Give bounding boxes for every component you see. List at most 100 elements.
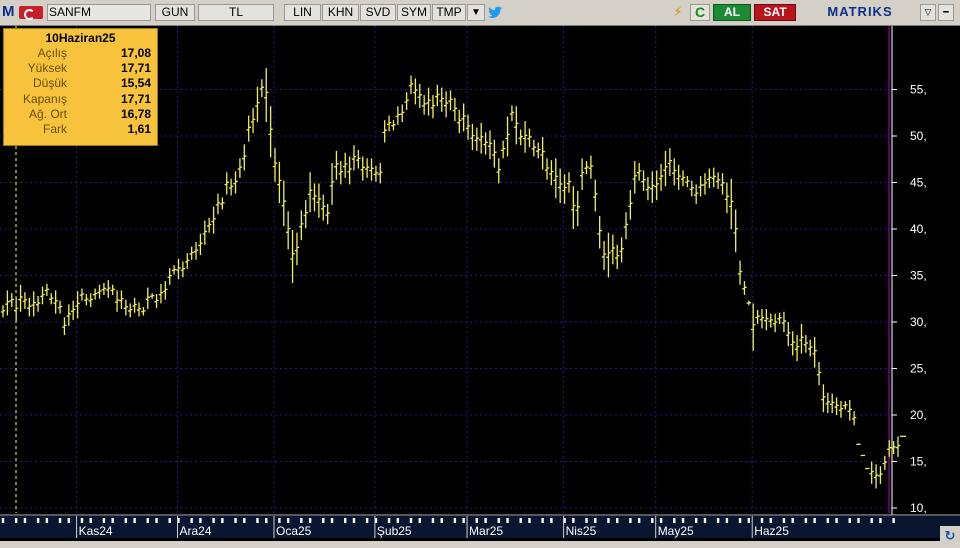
date-tick — [607, 518, 610, 523]
info-row-close: Kapanış 17,71 — [4, 92, 157, 107]
date-tick — [265, 518, 268, 523]
ohlc-bar — [856, 443, 861, 445]
buy-button[interactable]: AL — [713, 4, 751, 21]
x-tick-label: May25 — [658, 524, 694, 538]
currency-button[interactable]: TL — [198, 4, 274, 21]
date-tick — [286, 518, 290, 523]
sell-button[interactable]: SAT — [754, 4, 796, 21]
date-tick — [857, 518, 860, 523]
date-tick — [637, 518, 641, 523]
chart-settings-icon[interactable]: ↻ — [940, 526, 960, 546]
date-tick — [716, 518, 720, 523]
symbol-input[interactable]: SANFM — [47, 4, 151, 21]
lightning-icon[interactable]: ⚡ — [669, 4, 687, 21]
date-tick — [519, 518, 522, 523]
date-tick — [528, 518, 531, 523]
date-tick — [67, 518, 71, 523]
date-tick — [146, 518, 149, 523]
date-tick — [344, 518, 347, 523]
sym-button[interactable]: SYM — [397, 4, 431, 21]
date-tick — [440, 518, 443, 523]
date-tick — [45, 518, 49, 523]
y-tick-label: 25, — [910, 362, 927, 376]
date-tick — [813, 518, 816, 523]
y-tick-label: 55, — [910, 83, 927, 97]
date-tick — [1, 518, 5, 523]
date-tick — [497, 518, 500, 523]
svd-button[interactable]: SVD — [360, 4, 396, 21]
twitter-icon[interactable] — [487, 5, 503, 20]
refresh-icon[interactable]: C — [690, 4, 710, 21]
date-tick — [484, 518, 487, 523]
date-tick — [769, 518, 772, 523]
date-tick — [585, 518, 588, 523]
matriks-logo: M — [2, 3, 15, 20]
y-tick-label: 40, — [910, 222, 927, 236]
date-tick — [475, 518, 479, 523]
date-tick — [278, 518, 281, 523]
date-tick — [791, 518, 794, 523]
date-tick — [572, 518, 575, 523]
date-tick — [725, 518, 729, 523]
linear-scale-button[interactable]: LIN — [284, 4, 321, 21]
ohlc-bar — [860, 454, 866, 457]
settings-dropdown-icon[interactable]: ▽ — [920, 4, 936, 21]
x-tick-label: Haz25 — [754, 524, 789, 538]
period-button[interactable]: GUN — [155, 4, 195, 21]
template-button[interactable]: TMP — [432, 4, 466, 21]
y-tick-label: 45, — [910, 176, 927, 190]
info-value: 1,61 — [127, 121, 151, 136]
date-tick — [124, 518, 128, 523]
date-tick — [681, 518, 685, 523]
info-row-average: Ağ. Ort 16,78 — [4, 107, 157, 122]
date-tick — [23, 518, 27, 523]
y-tick-label: 50, — [910, 129, 927, 143]
date-tick — [234, 518, 237, 523]
date-tick — [256, 518, 259, 523]
y-tick-label: 20, — [910, 408, 927, 422]
info-label: Açılış — [37, 46, 67, 60]
date-tick — [308, 518, 312, 523]
date-tick — [541, 518, 544, 523]
minimize-icon[interactable]: ━ — [938, 4, 954, 21]
brand-logo: MATRIKS — [827, 4, 893, 19]
date-tick — [168, 518, 171, 523]
date-tick — [804, 518, 808, 523]
date-tick — [694, 518, 698, 523]
y-tick-label: 10, — [910, 501, 927, 515]
turkey-flag-icon — [19, 6, 43, 20]
info-value: 17,71 — [120, 91, 151, 106]
date-tick — [629, 518, 632, 523]
date-tick — [673, 518, 676, 523]
date-tick — [453, 518, 457, 523]
dropdown-arrow-icon[interactable]: ▼ — [467, 4, 485, 21]
x-tick-label: Şub25 — [377, 524, 412, 538]
date-tick — [190, 518, 193, 523]
date-tick — [365, 518, 369, 523]
date-tick — [409, 518, 413, 523]
date-tick — [199, 518, 202, 523]
date-tick — [462, 518, 465, 523]
x-tick-label: Ara24 — [179, 524, 211, 538]
y-tick-label: 35, — [910, 269, 927, 283]
horizontal-scrollbar[interactable] — [0, 541, 960, 548]
khn-button[interactable]: KHN — [322, 4, 359, 21]
date-tick — [322, 518, 325, 523]
date-tick — [418, 518, 421, 523]
date-tick — [300, 518, 303, 523]
date-tick — [155, 518, 158, 523]
info-value: 17,71 — [120, 61, 151, 76]
info-label: Ağ. Ort — [28, 106, 67, 121]
date-tick — [616, 518, 619, 523]
date-tick — [747, 518, 751, 523]
date-tick — [651, 518, 654, 523]
x-tick-label: Oca25 — [276, 524, 312, 538]
info-row-open: Açılış 17,08 — [4, 46, 157, 61]
info-value: 17,08 — [120, 46, 151, 60]
date-tick — [594, 518, 597, 523]
x-tick-label: Kas24 — [79, 524, 113, 538]
date-tick — [870, 518, 873, 523]
x-tick-label: Nis25 — [566, 524, 597, 538]
date-tick — [387, 518, 391, 523]
info-value: 15,54 — [120, 76, 151, 91]
